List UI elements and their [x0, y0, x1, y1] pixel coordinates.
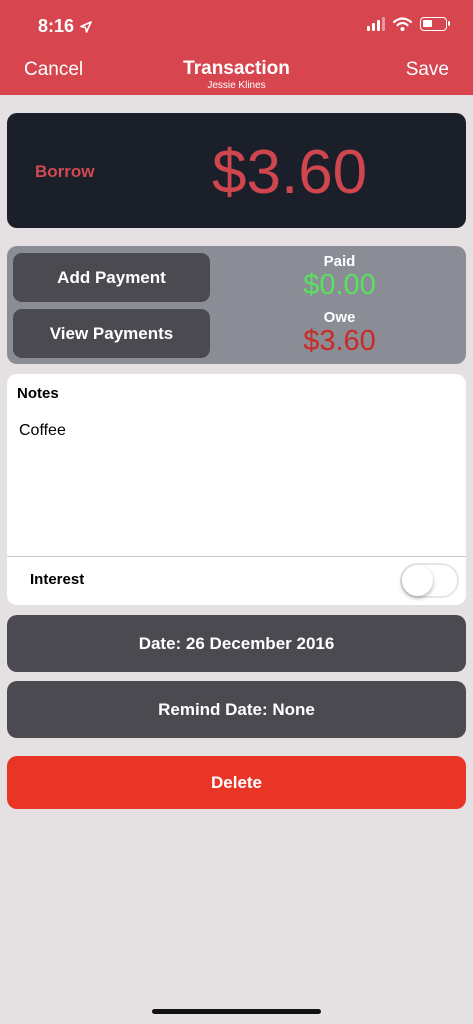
- status-indicators: [367, 17, 450, 31]
- page-subtitle: Jessie Klines: [207, 80, 266, 91]
- add-payment-button[interactable]: Add Payment: [13, 253, 210, 302]
- notes-card: Notes Coffee Interest: [7, 374, 466, 605]
- remind-date-button[interactable]: Remind Date: None: [7, 681, 466, 738]
- interest-toggle[interactable]: [400, 563, 459, 598]
- transaction-type[interactable]: Borrow: [35, 162, 95, 182]
- nav-header: 8:16 Cancel Transaction Jessie Klines Sa…: [0, 0, 473, 95]
- owe-value: $3.60: [303, 325, 376, 357]
- notes-textarea[interactable]: Coffee: [19, 422, 66, 440]
- payments-card: Add Payment View Payments Paid $0.00 Owe…: [7, 246, 466, 364]
- page-title: Transaction: [183, 58, 290, 79]
- transaction-amount[interactable]: $3.60: [212, 137, 367, 208]
- delete-button[interactable]: Delete: [7, 756, 466, 809]
- paid-label: Paid: [323, 253, 356, 270]
- status-time: 8:16: [38, 16, 92, 37]
- amount-card[interactable]: Borrow $3.60: [7, 113, 466, 228]
- interest-label: Interest: [30, 571, 85, 588]
- date-button[interactable]: Date: 26 December 2016: [7, 615, 466, 672]
- toggle-knob: [402, 565, 433, 596]
- divider: [7, 556, 466, 557]
- notes-heading: Notes: [17, 385, 59, 402]
- status-time-text: 8:16: [38, 16, 75, 36]
- battery-icon: [420, 17, 450, 31]
- wifi-icon: [393, 17, 412, 31]
- cellular-signal-icon: [367, 17, 385, 31]
- home-indicator[interactable]: [152, 1009, 321, 1014]
- view-payments-button[interactable]: View Payments: [13, 309, 210, 358]
- save-button[interactable]: Save: [406, 59, 449, 81]
- paid-value: $0.00: [303, 269, 376, 301]
- owe-label: Owe: [323, 309, 356, 326]
- location-arrow-icon: [80, 20, 92, 33]
